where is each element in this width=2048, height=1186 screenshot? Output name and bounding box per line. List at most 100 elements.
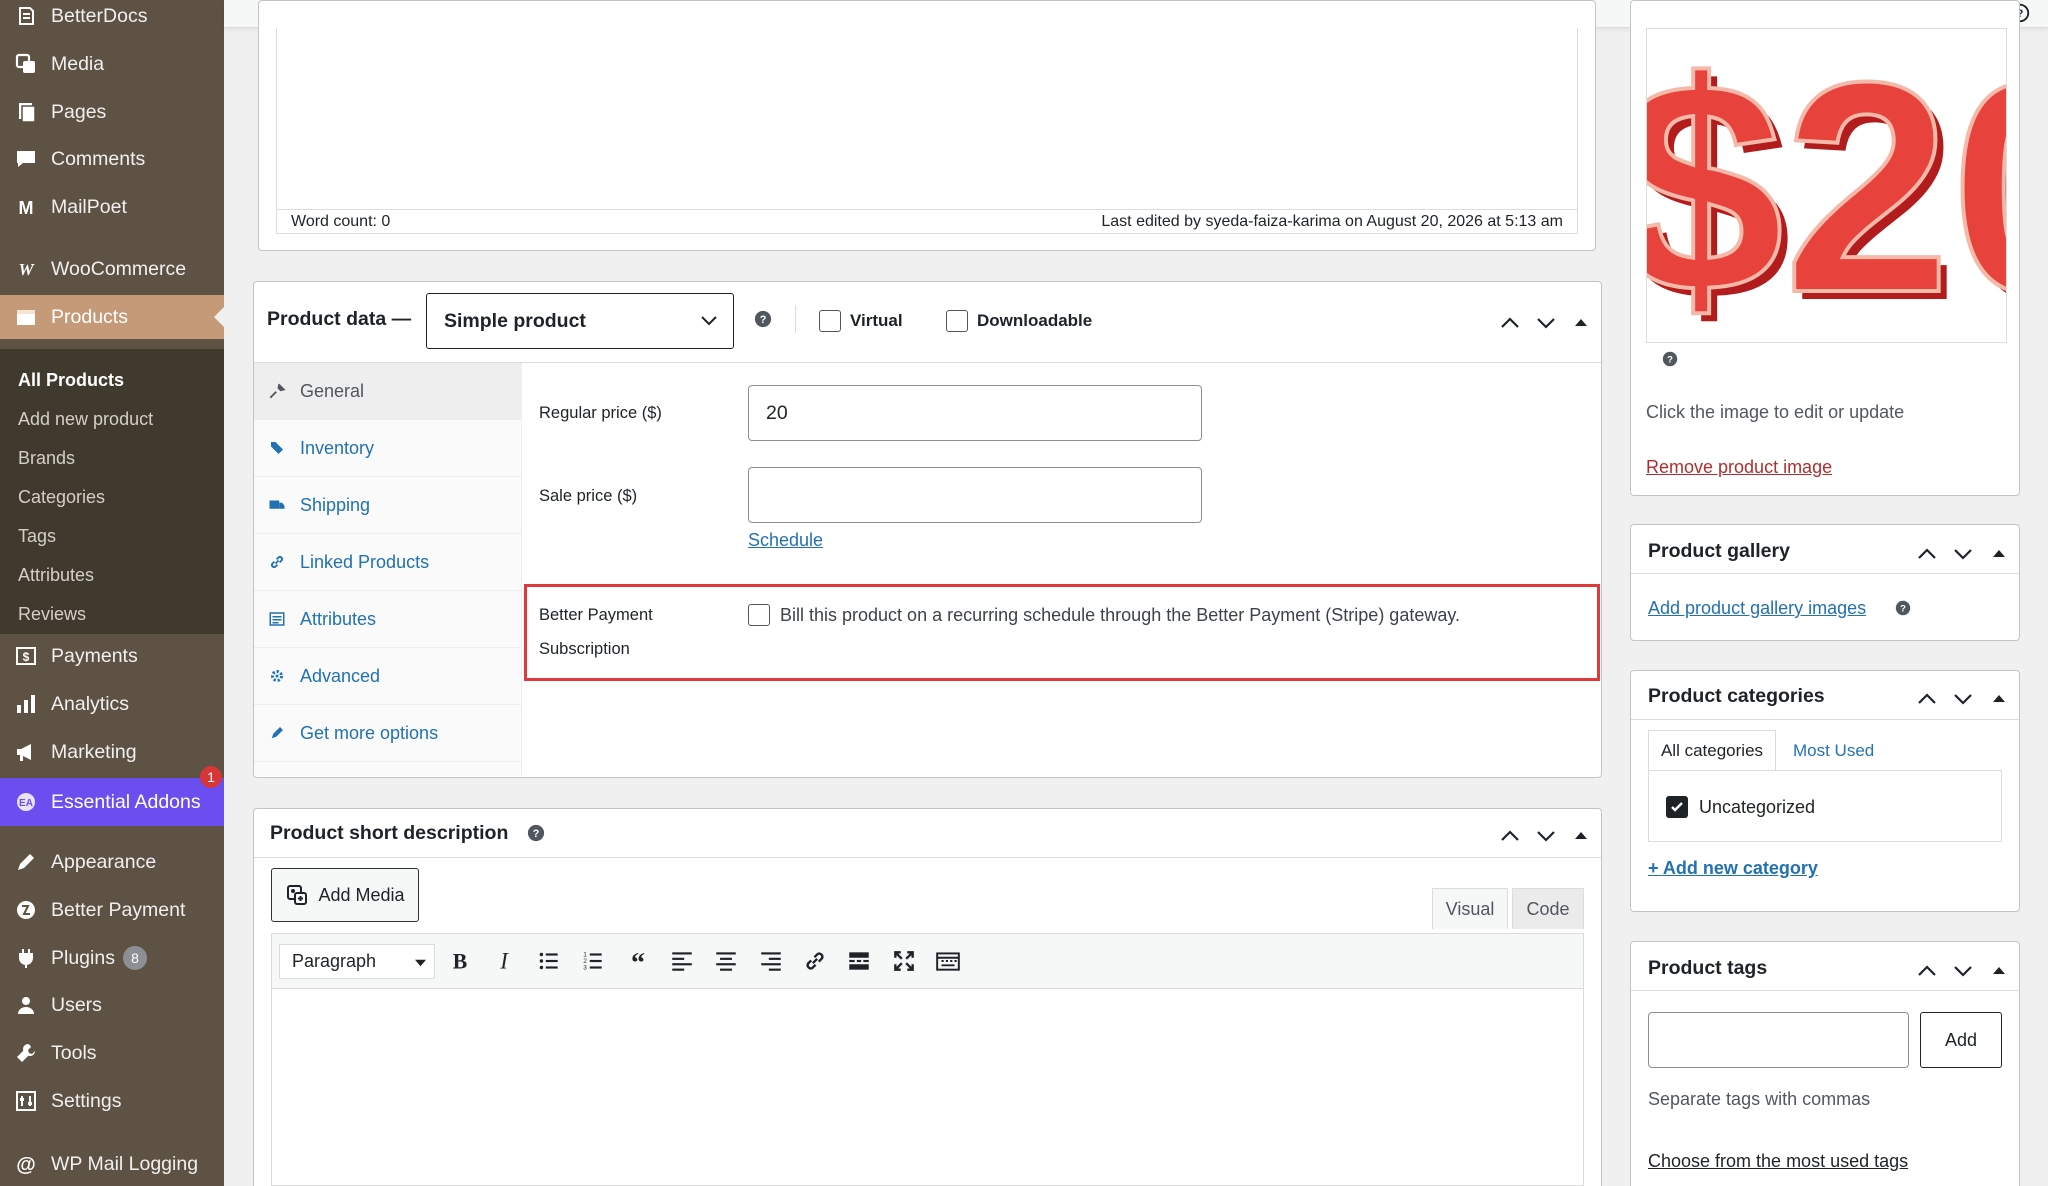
remove-image-link[interactable]: Remove product image — [1646, 457, 1832, 478]
sidebar-item-payments[interactable]: $ Payments — [0, 634, 224, 678]
sidebar-item-settings[interactable]: Settings — [0, 1079, 224, 1123]
sidebar-item-products[interactable]: Products — [0, 295, 224, 339]
format-select[interactable]: Paragraph — [279, 944, 435, 979]
tab-inventory[interactable]: Inventory — [254, 420, 522, 477]
link-icon[interactable] — [802, 948, 828, 974]
choose-most-used-tags-link[interactable]: Choose from the most used tags — [1648, 1151, 1908, 1172]
schedule-link[interactable]: Schedule — [748, 530, 823, 551]
sidebar-item-tools[interactable]: Tools — [0, 1031, 224, 1075]
comments-icon — [12, 145, 40, 173]
move-up-icon[interactable] — [1917, 544, 1937, 564]
move-up-icon[interactable] — [1500, 313, 1520, 333]
align-center-icon[interactable] — [713, 948, 739, 974]
word-count: Word count: 0 — [291, 213, 391, 230]
sidebar-item-label: Pages — [51, 100, 107, 123]
bulleted-list-icon[interactable] — [536, 948, 562, 974]
submenu-item-add-new-product[interactable]: Add new product — [18, 409, 153, 430]
sidebar-item-users[interactable]: Users — [0, 983, 224, 1027]
sidebar-item-label: Essential Addons — [51, 790, 201, 813]
align-left-icon[interactable] — [669, 948, 695, 974]
move-down-icon[interactable] — [1953, 544, 1973, 564]
italic-icon[interactable]: I — [491, 948, 517, 974]
plugins-count-badge: 8 — [122, 946, 147, 970]
tab-code[interactable]: Code — [1512, 888, 1584, 929]
woocommerce-icon: W — [12, 255, 40, 283]
read-more-icon[interactable] — [846, 948, 872, 974]
collapse-toggle-icon[interactable] — [1992, 546, 2006, 560]
tab-get-more-options[interactable]: Get more options — [254, 705, 522, 762]
collapse-toggle-icon[interactable] — [1574, 315, 1588, 329]
payments-icon: $ — [12, 642, 40, 670]
sidebar-item-betterdocs[interactable]: BetterDocs — [0, 0, 224, 38]
plugins-icon — [12, 944, 40, 972]
move-down-icon[interactable] — [1536, 826, 1556, 846]
add-tag-button[interactable]: Add — [1920, 1012, 2002, 1068]
tab-linked-products[interactable]: Linked Products — [254, 534, 522, 591]
add-new-category-link[interactable]: + Add new category — [1648, 858, 1818, 879]
sidebar-item-plugins[interactable]: Plugins 8 — [0, 936, 224, 980]
uncategorized-checkbox[interactable] — [1666, 796, 1688, 818]
collapse-toggle-icon[interactable] — [1574, 828, 1588, 842]
bold-icon[interactable]: B — [447, 948, 473, 974]
svg-text:“: “ — [631, 948, 645, 974]
tab-general[interactable]: General — [254, 363, 522, 420]
sidebar-item-comments[interactable]: Comments — [0, 137, 224, 181]
tab-visual[interactable]: Visual — [1432, 888, 1508, 929]
product-gallery-title: Product gallery — [1648, 540, 1790, 562]
sidebar-item-better-payment[interactable]: Better Payment — [0, 888, 224, 932]
submenu-item-all-products[interactable]: All Products — [18, 370, 124, 391]
submenu-item-tags[interactable]: Tags — [18, 526, 56, 547]
subscription-checkbox[interactable] — [748, 604, 770, 626]
product-type-select[interactable]: Simple product — [426, 293, 734, 349]
help-tip-icon[interactable]: ? — [527, 824, 545, 842]
add-gallery-images-link[interactable]: Add product gallery images — [1648, 598, 1866, 619]
regular-price-input[interactable]: 20 — [748, 385, 1202, 441]
add-media-button[interactable]: Add Media — [271, 868, 419, 922]
sale-price-input[interactable] — [748, 467, 1202, 523]
submenu-item-brands[interactable]: Brands — [18, 448, 75, 469]
sidebar-item-appearance[interactable]: Appearance — [0, 840, 224, 884]
product-tags-title: Product tags — [1648, 957, 1768, 979]
help-tip-icon[interactable]: ? — [754, 310, 772, 328]
numbered-list-icon[interactable]: 123 — [580, 948, 606, 974]
tab-all-categories[interactable]: All categories — [1648, 730, 1776, 770]
blockquote-icon[interactable]: “ — [625, 948, 651, 974]
tab-shipping[interactable]: Shipping — [254, 477, 522, 534]
submenu-item-categories[interactable]: Categories — [18, 487, 105, 508]
sidebar-item-pages[interactable]: Pages — [0, 90, 224, 134]
move-up-icon[interactable] — [1500, 826, 1520, 846]
sidebar-item-wp-mail-logging[interactable]: @ WP Mail Logging — [0, 1142, 224, 1186]
move-up-icon[interactable] — [1917, 689, 1937, 709]
sidebar-item-analytics[interactable]: Analytics — [0, 682, 224, 726]
short-description-textarea[interactable] — [271, 989, 1584, 1186]
submenu-item-reviews[interactable]: Reviews — [18, 604, 86, 625]
tab-attributes[interactable]: Attributes — [254, 591, 522, 648]
virtual-checkbox[interactable] — [819, 310, 841, 332]
collapse-toggle-icon[interactable] — [1992, 963, 2006, 977]
help-tip-icon[interactable]: ? — [1895, 600, 1911, 616]
sidebar-item-marketing[interactable]: Marketing — [0, 730, 224, 774]
sidebar-item-mailpoet[interactable]: M MailPoet — [0, 185, 224, 229]
sidebar-item-label: Analytics — [51, 692, 130, 715]
submenu-item-attributes[interactable]: Attributes — [18, 565, 94, 586]
uncategorized-label: Uncategorized — [1699, 797, 1816, 817]
help-tip-icon[interactable]: ? — [1662, 351, 1678, 367]
align-right-icon[interactable] — [758, 948, 784, 974]
tab-advanced[interactable]: Advanced — [254, 648, 522, 705]
sidebar-item-essential-addons[interactable]: EA Essential Addons — [0, 778, 224, 826]
tab-most-used[interactable]: Most Used — [1793, 741, 1874, 761]
sidebar-item-woocommerce[interactable]: W WooCommerce — [0, 247, 224, 291]
collapse-toggle-icon[interactable] — [1992, 691, 2006, 705]
sidebar-item-media[interactable]: Media — [0, 42, 224, 86]
move-down-icon[interactable] — [1953, 689, 1973, 709]
fullscreen-icon[interactable] — [891, 948, 917, 974]
downloadable-checkbox[interactable] — [946, 310, 968, 332]
move-up-icon[interactable] — [1917, 961, 1937, 981]
move-down-icon[interactable] — [1953, 961, 1973, 981]
tools-icon — [12, 1039, 40, 1067]
product-image[interactable]: $20 $20 — [1646, 28, 2007, 343]
tags-input[interactable] — [1648, 1012, 1909, 1068]
move-down-icon[interactable] — [1536, 313, 1556, 333]
toolbar-toggle-icon[interactable] — [935, 948, 961, 974]
content-editor-area[interactable] — [276, 28, 1578, 234]
